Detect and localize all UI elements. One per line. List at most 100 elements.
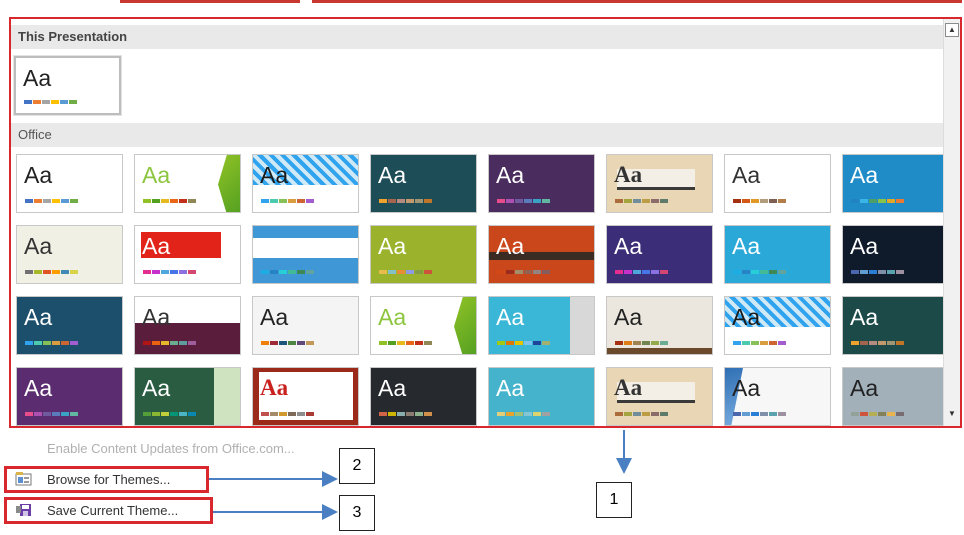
color-swatch [860, 199, 868, 203]
color-swatch [769, 270, 777, 274]
color-swatch [25, 199, 33, 203]
color-swatches [261, 270, 314, 274]
color-swatch [161, 270, 169, 274]
theme-label: Aa [850, 162, 879, 188]
color-swatch [851, 199, 859, 203]
color-swatch [379, 199, 387, 203]
theme-label: Aa [142, 233, 171, 259]
color-swatch [397, 412, 405, 416]
theme-label: Aa [496, 162, 525, 188]
color-swatch [751, 412, 759, 416]
theme-label: Aa [732, 233, 761, 259]
color-swatch [542, 341, 550, 345]
theme-label: Aa [850, 233, 879, 259]
color-swatch [651, 270, 659, 274]
color-swatch [152, 341, 160, 345]
color-swatch [70, 341, 78, 345]
theme-label: Aa [260, 375, 289, 400]
color-swatches [733, 270, 786, 274]
theme-label: Aa [732, 304, 761, 330]
color-swatch [860, 341, 868, 345]
color-swatch [624, 199, 632, 203]
color-swatch [424, 199, 432, 203]
color-swatch [896, 199, 904, 203]
color-swatch [61, 270, 69, 274]
color-swatch [424, 412, 432, 416]
color-swatch [52, 199, 60, 203]
color-swatches [497, 412, 550, 416]
color-swatch [415, 412, 423, 416]
color-swatch [742, 270, 750, 274]
theme-label: Aa [24, 233, 53, 259]
color-swatch [778, 412, 786, 416]
color-swatch [642, 412, 650, 416]
color-swatch [542, 270, 550, 274]
color-swatches [25, 412, 78, 416]
color-swatches [851, 412, 904, 416]
color-swatch [43, 412, 51, 416]
color-swatch [297, 270, 305, 274]
color-swatch [52, 270, 60, 274]
color-swatch [25, 341, 33, 345]
color-swatches [733, 412, 786, 416]
color-swatch [52, 412, 60, 416]
color-swatch [161, 341, 169, 345]
color-swatch [751, 199, 759, 203]
color-swatch [288, 270, 296, 274]
color-swatch [61, 412, 69, 416]
color-swatch [751, 341, 759, 345]
color-swatch [379, 341, 387, 345]
color-swatch [379, 412, 387, 416]
theme-label: Aa [142, 304, 171, 330]
color-swatch [379, 270, 387, 274]
color-swatch [869, 199, 877, 203]
color-swatch [642, 199, 650, 203]
color-swatch [869, 412, 877, 416]
color-swatch [388, 270, 396, 274]
theme-label: Aa [496, 304, 525, 330]
color-swatch [633, 412, 641, 416]
color-swatch [397, 270, 405, 274]
color-swatch [515, 341, 523, 345]
color-swatch [388, 341, 396, 345]
color-swatch [878, 270, 886, 274]
annotation-arrows [209, 430, 632, 520]
color-swatch [633, 270, 641, 274]
color-swatch [887, 341, 895, 345]
color-swatch [860, 270, 868, 274]
color-swatches [497, 270, 550, 274]
theme-label: Aa [24, 162, 53, 188]
color-swatch [288, 341, 296, 345]
color-swatch [279, 199, 287, 203]
color-swatch [406, 412, 414, 416]
color-swatch [43, 199, 51, 203]
color-swatch [506, 341, 514, 345]
color-swatch [61, 199, 69, 203]
color-swatch [497, 341, 505, 345]
color-swatch [878, 341, 886, 345]
color-swatch [152, 199, 160, 203]
color-swatch [878, 199, 886, 203]
color-swatches [143, 412, 196, 416]
color-swatch [615, 199, 623, 203]
color-swatch [161, 412, 169, 416]
color-swatch [34, 199, 42, 203]
color-swatches [25, 199, 78, 203]
color-swatch [170, 270, 178, 274]
color-swatch [769, 341, 777, 345]
color-swatch [406, 341, 414, 345]
color-swatch [188, 270, 196, 274]
color-swatch [760, 199, 768, 203]
color-swatch [415, 270, 423, 274]
color-swatch [424, 270, 432, 274]
color-swatches [25, 341, 78, 345]
color-swatches [379, 341, 432, 345]
color-swatches [497, 341, 550, 345]
color-swatch [306, 341, 314, 345]
color-swatch [270, 412, 278, 416]
color-swatches [25, 270, 78, 274]
color-swatch [497, 412, 505, 416]
color-swatch [297, 199, 305, 203]
color-swatch [615, 270, 623, 274]
color-swatches [615, 412, 668, 416]
